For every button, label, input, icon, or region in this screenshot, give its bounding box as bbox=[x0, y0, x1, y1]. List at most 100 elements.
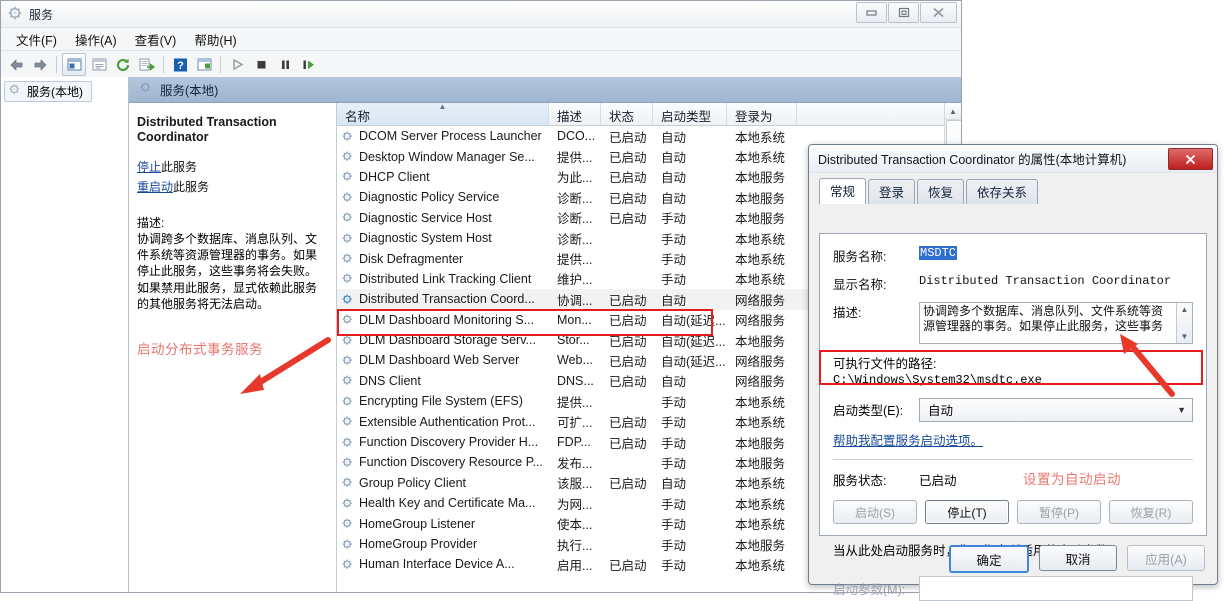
cell-log-on-as: 网络服务 bbox=[735, 314, 786, 329]
sort-ascending-icon: ▲ bbox=[438, 103, 447, 111]
minimize-button[interactable] bbox=[856, 2, 887, 23]
stop-service-link[interactable]: 停止 bbox=[137, 160, 161, 174]
startup-type-row: 启动类型(E): 自动 ▼ bbox=[833, 397, 1193, 422]
column-status[interactable]: 状态 bbox=[601, 103, 653, 125]
service-gear-icon bbox=[341, 272, 354, 285]
cell-description: 诊断... bbox=[557, 191, 593, 206]
startup-parameters-input[interactable] bbox=[919, 576, 1193, 601]
list-header-band: 服务(本地) bbox=[129, 77, 961, 103]
export-list-icon[interactable] bbox=[136, 54, 158, 75]
column-status-label: 状态 bbox=[609, 110, 635, 124]
pause-service-icon[interactable] bbox=[274, 54, 296, 75]
cell-status: 已启动 bbox=[609, 212, 647, 227]
cell-log-on-as: 本地服务 bbox=[735, 334, 786, 349]
cell-description: DNS... bbox=[557, 373, 594, 388]
cell-startup-type: 手动 bbox=[661, 395, 687, 410]
cell-status: 已启动 bbox=[609, 334, 647, 349]
tab-log-on[interactable]: 登录 bbox=[868, 179, 916, 204]
display-name-value[interactable]: Distributed Transaction Coordinator bbox=[919, 274, 1171, 288]
detail-service-title: Distributed Transaction Coordinator bbox=[137, 115, 277, 144]
ok-button[interactable]: 确定 bbox=[949, 545, 1029, 573]
start-service-icon[interactable] bbox=[226, 54, 248, 75]
cell-log-on-as: 本地系统 bbox=[735, 395, 786, 410]
cell-service-name: Human Interface Device A... bbox=[337, 557, 549, 571]
cell-startup-type: 手动 bbox=[661, 497, 687, 512]
service-gear-icon bbox=[341, 436, 354, 449]
cell-service-name: DHCP Client bbox=[337, 170, 549, 184]
column-name[interactable]: ▲ 名称 bbox=[337, 103, 549, 125]
cell-log-on-as: 本地服务 bbox=[735, 191, 786, 206]
cell-service-name: HomeGroup Listener bbox=[337, 517, 549, 531]
cell-service-name: Distributed Link Tracking Client bbox=[337, 272, 549, 286]
service-gear-icon bbox=[341, 170, 354, 183]
column-description[interactable]: 描述 bbox=[549, 103, 601, 125]
cell-description: 发布... bbox=[557, 456, 593, 471]
menu-view[interactable]: 查看(V) bbox=[126, 28, 186, 51]
tree-item-services-local[interactable]: 服务(本地) bbox=[4, 81, 92, 102]
description-textarea[interactable]: 协调跨多个数据库、消息队列、文件系统等资源管理器的事务。如果停止此服务，这些事务… bbox=[919, 302, 1193, 344]
menu-file[interactable]: 文件(F) bbox=[7, 28, 66, 51]
service-gear-icon bbox=[341, 252, 354, 265]
cancel-button[interactable]: 取消 bbox=[1039, 545, 1117, 571]
detail-description-text: 协调跨多个数据库、消息队列、文件系统等资源管理器的事务。如果停止此服务，这些事务… bbox=[137, 232, 318, 311]
cell-log-on-as: 本地系统 bbox=[735, 151, 786, 166]
column-startup-type[interactable]: 启动类型 bbox=[653, 103, 727, 125]
stop-button[interactable]: 停止(T) bbox=[925, 500, 1009, 524]
close-button[interactable] bbox=[920, 2, 957, 23]
tab-dependencies[interactable]: 依存关系 bbox=[966, 179, 1039, 204]
service-gear-icon bbox=[341, 415, 354, 428]
cell-service-name: Distributed Transaction Coord... bbox=[337, 292, 549, 306]
service-detail-pane: Distributed Transaction Coordinator 停止此服… bbox=[129, 103, 337, 592]
maximize-button[interactable] bbox=[888, 2, 919, 23]
menu-help[interactable]: 帮助(H) bbox=[185, 28, 245, 51]
cell-description: 提供... bbox=[557, 395, 593, 410]
cell-description: 提供... bbox=[557, 151, 593, 166]
forward-icon[interactable] bbox=[29, 54, 51, 75]
description-scrollbar[interactable]: ▲ ▼ bbox=[1176, 303, 1192, 343]
help-configure-startup-link[interactable]: 帮助我配置服务启动选项。 bbox=[833, 430, 1193, 449]
help-icon[interactable]: ? bbox=[169, 54, 191, 75]
cell-service-name: DNS Client bbox=[337, 374, 549, 388]
cell-status: 已启动 bbox=[609, 375, 647, 390]
refresh-icon[interactable] bbox=[112, 54, 134, 75]
show-hide-tree-icon[interactable] bbox=[62, 53, 86, 76]
service-name-text: Distributed Transaction Coord... bbox=[359, 292, 535, 307]
restart-service-icon[interactable] bbox=[298, 54, 320, 75]
service-name-text: Function Discovery Provider H... bbox=[359, 435, 539, 450]
pause-button[interactable]: 暂停(P) bbox=[1017, 500, 1101, 524]
cell-startup-type: 手动 bbox=[661, 273, 687, 288]
service-name-text: Encrypting File System (EFS) bbox=[359, 394, 523, 409]
back-icon[interactable] bbox=[5, 54, 27, 75]
tab-general[interactable]: 常规 bbox=[819, 178, 867, 204]
start-button[interactable]: 启动(S) bbox=[833, 500, 917, 524]
column-log-on-as[interactable]: 登录为 bbox=[727, 103, 797, 125]
annotation-set-to-automatic: 设置为自动启动 bbox=[1023, 472, 1121, 487]
stop-service-suffix: 此服务 bbox=[161, 160, 198, 174]
cell-log-on-as: 本地服务 bbox=[735, 212, 786, 227]
cell-service-name: Diagnostic Service Host bbox=[337, 211, 549, 225]
scroll-up-arrow-icon[interactable]: ▲ bbox=[945, 103, 961, 120]
window-title-bar: 服务 bbox=[1, 1, 961, 27]
service-gear-icon bbox=[341, 211, 354, 224]
console-tree-pane: 服务(本地) bbox=[1, 77, 129, 592]
restart-service-link[interactable]: 重启动 bbox=[137, 180, 173, 194]
show-action-pane-icon[interactable] bbox=[193, 54, 215, 75]
service-name-text: DNS Client bbox=[359, 373, 421, 388]
dialog-close-button[interactable] bbox=[1168, 148, 1213, 170]
chevron-down-icon[interactable]: ▼ bbox=[1177, 405, 1186, 415]
cell-service-name: Diagnostic System Host bbox=[337, 231, 549, 245]
apply-button[interactable]: 应用(A) bbox=[1127, 545, 1205, 571]
cell-startup-type: 自动(延迟... bbox=[661, 334, 726, 349]
scroll-down-arrow-icon[interactable]: ▼ bbox=[1181, 332, 1189, 341]
menu-action[interactable]: 操作(A) bbox=[66, 28, 126, 51]
service-gear-icon bbox=[341, 232, 354, 245]
cell-description: 诊断... bbox=[557, 212, 593, 227]
startup-type-select[interactable]: 自动 ▼ bbox=[919, 397, 1193, 422]
scroll-up-arrow-icon[interactable]: ▲ bbox=[1181, 305, 1189, 314]
cell-log-on-as: 本地系统 bbox=[735, 497, 786, 512]
cell-status: 已启动 bbox=[609, 191, 647, 206]
resume-button[interactable]: 恢复(R) bbox=[1109, 500, 1193, 524]
stop-service-icon[interactable] bbox=[250, 54, 272, 75]
tab-recovery[interactable]: 恢复 bbox=[917, 179, 965, 204]
properties-icon[interactable] bbox=[88, 54, 110, 75]
